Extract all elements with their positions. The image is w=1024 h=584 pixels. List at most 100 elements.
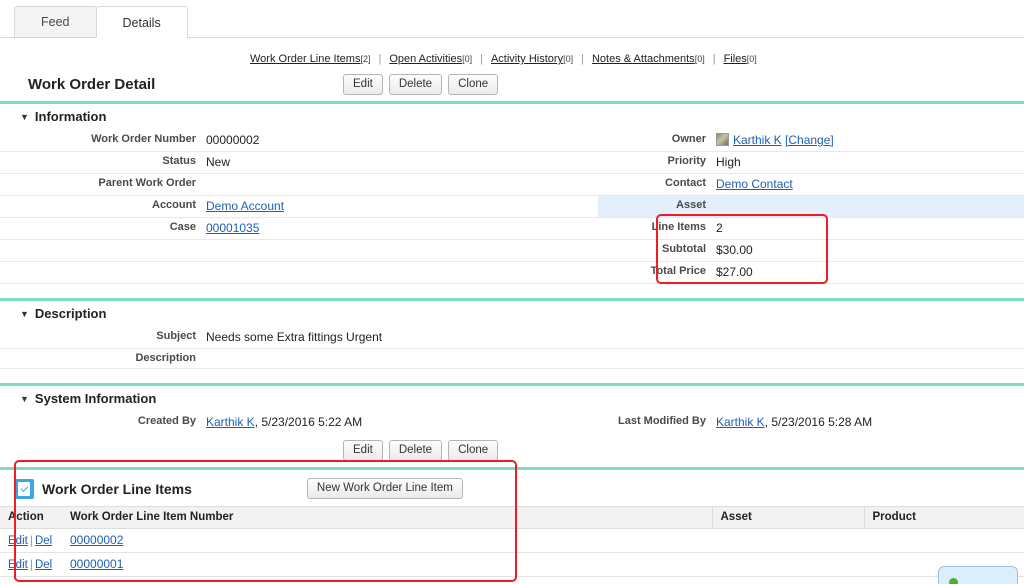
section-divider-related-list — [0, 467, 1024, 470]
collapse-triangle-icon[interactable]: ▼ — [20, 394, 29, 404]
edit-button[interactable]: Edit — [343, 74, 383, 95]
last-modified-by-user-link[interactable]: Karthik K — [716, 415, 765, 429]
line-item-link[interactable]: 00000001 — [70, 557, 123, 571]
field-label: Case — [169, 221, 196, 233]
page-title: Work Order Detail — [28, 76, 156, 93]
field-value: High — [716, 155, 741, 169]
field-value: Demo Contact — [716, 174, 1024, 196]
separator: | — [581, 53, 584, 65]
column-header-action: Action — [0, 506, 62, 529]
edit-button[interactable]: Edit — [343, 440, 383, 461]
section-title: Description — [34, 306, 107, 321]
field-value — [716, 195, 1024, 218]
edit-row-link[interactable]: Edit — [8, 535, 28, 547]
field-value: Demo Account — [206, 196, 536, 218]
row-asset — [712, 528, 864, 553]
section-header-description[interactable]: ▼ Description — [0, 301, 1024, 327]
column-spacer — [536, 412, 598, 433]
last-modified-by-timestamp: , 5/23/2016 5:28 AM — [764, 415, 873, 429]
column-spacer — [536, 262, 598, 284]
tab-strip: Feed Details — [0, 0, 1024, 38]
detail-row: Status New Priority High — [0, 152, 1024, 174]
field-label: Subject — [156, 330, 196, 342]
edit-row-link[interactable]: Edit — [8, 559, 28, 571]
column-header-product: Product — [863, 506, 1024, 529]
column-spacer — [536, 196, 598, 218]
line-item-link[interactable]: 00000002 — [70, 533, 123, 547]
field-value-empty — [206, 240, 536, 262]
field-value-empty — [206, 262, 536, 284]
detail-row: Parent Work Order Contact Demo Contact — [0, 174, 1024, 196]
account-link[interactable]: Demo Account — [206, 199, 284, 213]
delete-button[interactable]: Delete — [388, 74, 443, 95]
related-link-count: [0] — [563, 54, 574, 64]
field-value-created-by: Karthik K, 5/23/2016 5:22 AM — [206, 412, 536, 433]
field-label: Description — [135, 352, 196, 364]
work-order-line-item-icon — [14, 478, 34, 499]
column-spacer — [536, 152, 598, 174]
delete-row-link[interactable]: Del — [35, 535, 52, 547]
collapse-triangle-icon[interactable]: ▼ — [20, 309, 29, 319]
related-link-notes-attachments[interactable]: Notes & Attachments — [592, 53, 695, 65]
collapse-triangle-icon[interactable]: ▼ — [20, 112, 29, 122]
related-links-bar: Work Order Line Items [2] | Open Activit… — [0, 46, 1024, 72]
related-link-work-order-line-items[interactable]: Work Order Line Items — [250, 53, 360, 65]
related-list-work-order-line-items: Work Order Line Items New Work Order Lin… — [0, 472, 1024, 577]
related-link-count: [0] — [746, 54, 757, 64]
tab-feed[interactable]: Feed — [14, 6, 97, 37]
field-label: Owner — [671, 133, 706, 145]
field-label: Parent Work Order — [98, 177, 196, 189]
related-link-activity-history[interactable]: Activity History — [491, 53, 563, 65]
section-header-information[interactable]: ▼ Information — [0, 104, 1024, 130]
tab-details[interactable]: Details — [95, 6, 188, 38]
detail-row: Description — [0, 349, 1024, 369]
field-label: Last Modified By — [617, 415, 706, 427]
field-label: Contact — [665, 177, 706, 189]
clone-button[interactable]: Clone — [448, 74, 499, 95]
delete-row-link[interactable]: Del — [35, 559, 52, 571]
delete-button[interactable]: Delete — [388, 440, 443, 461]
related-list-title: Work Order Line Items — [42, 480, 192, 497]
table-row: Edit | Del 00000002 — [0, 528, 1024, 553]
column-spacer — [536, 218, 598, 240]
created-by-timestamp: , 5/23/2016 5:22 AM — [254, 415, 363, 429]
clone-button[interactable]: Clone — [448, 440, 499, 461]
online-status-icon — [949, 577, 958, 584]
field-value: $27.00 — [716, 265, 753, 279]
row-asset — [712, 552, 864, 577]
related-list-header: Work Order Line Items New Work Order Lin… — [0, 472, 1024, 506]
row-actions: Edit | Del — [0, 528, 62, 553]
detail-row: Account Demo Account Asset — [0, 195, 1024, 218]
column-header-number: Work Order Line Item Number — [62, 506, 712, 529]
separator: | — [29, 557, 33, 571]
section-title: System Information — [34, 391, 157, 406]
new-work-order-line-item-button[interactable]: New Work Order Line Item — [306, 478, 463, 499]
contact-link[interactable]: Demo Contact — [716, 177, 793, 191]
field-label: Account — [152, 199, 196, 211]
field-label: Work Order Number — [91, 133, 196, 145]
field-label: Asset — [598, 195, 716, 218]
change-owner-link[interactable]: [Change] — [785, 133, 834, 147]
related-link-open-activities[interactable]: Open Activities — [389, 53, 462, 65]
section-title: Information — [34, 109, 107, 124]
detail-row: Subtotal $30.00 — [0, 240, 1024, 262]
owner-link[interactable]: Karthik K — [733, 133, 782, 147]
chat-widget[interactable] — [938, 566, 1018, 584]
row-actions: Edit | Del — [0, 552, 62, 577]
column-spacer — [536, 240, 598, 262]
field-value-owner: Karthik K [Change] — [716, 130, 1024, 152]
column-spacer — [536, 130, 598, 152]
created-by-user-link[interactable]: Karthik K — [206, 415, 255, 429]
detail-row: Subject Needs some Extra fittings Urgent — [0, 327, 1024, 349]
section-header-system-information[interactable]: ▼ System Information — [0, 386, 1024, 412]
column-spacer — [536, 174, 598, 196]
detail-row: Work Order Number 00000002 Owner Karthik… — [0, 130, 1024, 152]
related-link-count: [0] — [462, 54, 473, 64]
field-value: 00000002 — [206, 133, 260, 147]
separator: | — [378, 53, 382, 65]
system-information-grid: Created By Karthik K, 5/23/2016 5:22 AM … — [0, 412, 1024, 433]
related-link-files[interactable]: Files — [724, 53, 747, 65]
detail-row: Case 00001035 Line Items 2 — [0, 218, 1024, 240]
case-link[interactable]: 00001035 — [206, 221, 259, 235]
